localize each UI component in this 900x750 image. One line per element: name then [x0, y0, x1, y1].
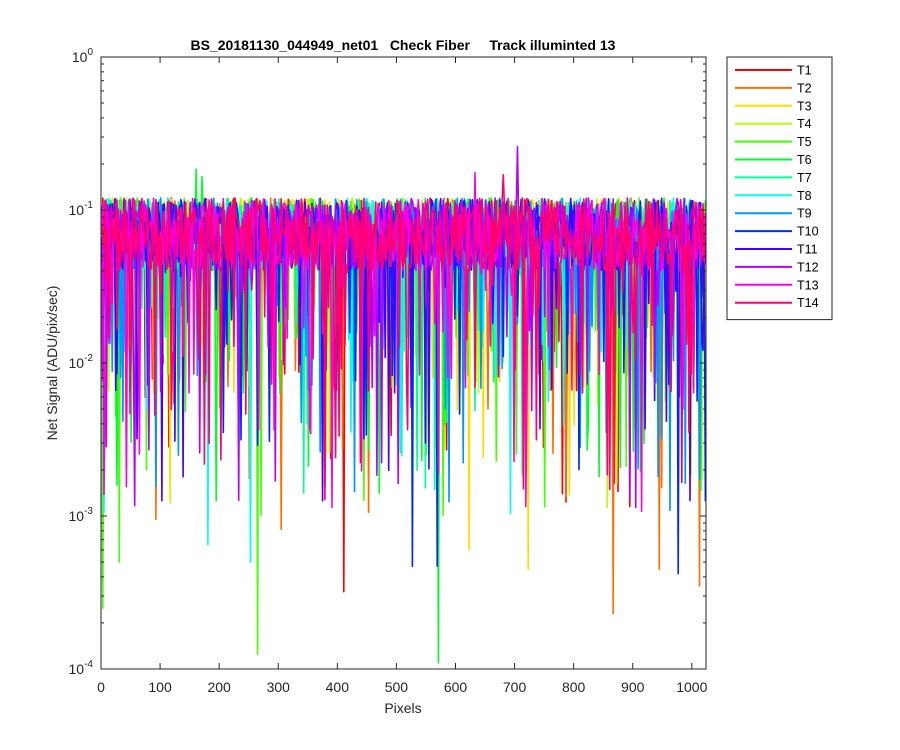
- legend: T1 T2 T3 T4 T5 T6 T7 T8 T9 T10 T11 T12 T13 T14: [726, 56, 833, 321]
- legend-label-t7: T7: [797, 171, 812, 185]
- y-axis-label: Net Signal (ADU/pix/sec): [44, 286, 60, 441]
- x-tick-label: 100: [148, 679, 172, 695]
- legend-label-t13: T13: [797, 278, 819, 292]
- x-axis-label: Pixels: [384, 700, 421, 716]
- legend-label-t2: T2: [797, 81, 812, 95]
- legend-label-t8: T8: [797, 189, 812, 203]
- x-tick-label: 300: [267, 679, 291, 695]
- x-tick-label: 1000: [676, 679, 707, 695]
- legend-label-t3: T3: [797, 99, 812, 113]
- legend-label-t6: T6: [797, 153, 812, 167]
- x-tick-label: 200: [207, 679, 231, 695]
- legend-label-t4: T4: [797, 117, 812, 131]
- legend-label-t11: T11: [797, 243, 818, 257]
- legend-label-t10: T10: [797, 225, 819, 239]
- legend-label-t14: T14: [797, 296, 819, 310]
- legend-label-t12: T12: [797, 260, 819, 274]
- legend-label-t1: T1: [797, 64, 812, 78]
- x-tick-label: 700: [503, 679, 527, 695]
- chart-title: BS_20181130_044949_net01 Check Fiber Tra…: [191, 37, 616, 53]
- chart-figure: 0 100 200 300 400 500 600 700 800 900 100010-410-3…: [0, 0, 900, 750]
- x-tick-label: 500: [385, 679, 409, 695]
- x-tick-label: 400: [326, 679, 350, 695]
- x-tick-label: 900: [621, 679, 645, 695]
- x-tick-label: 800: [562, 679, 586, 695]
- legend-label-t5: T5: [797, 135, 812, 149]
- x-tick-label: 0: [97, 679, 105, 695]
- x-tick-label: 600: [444, 679, 468, 695]
- legend-label-t9: T9: [797, 207, 812, 221]
